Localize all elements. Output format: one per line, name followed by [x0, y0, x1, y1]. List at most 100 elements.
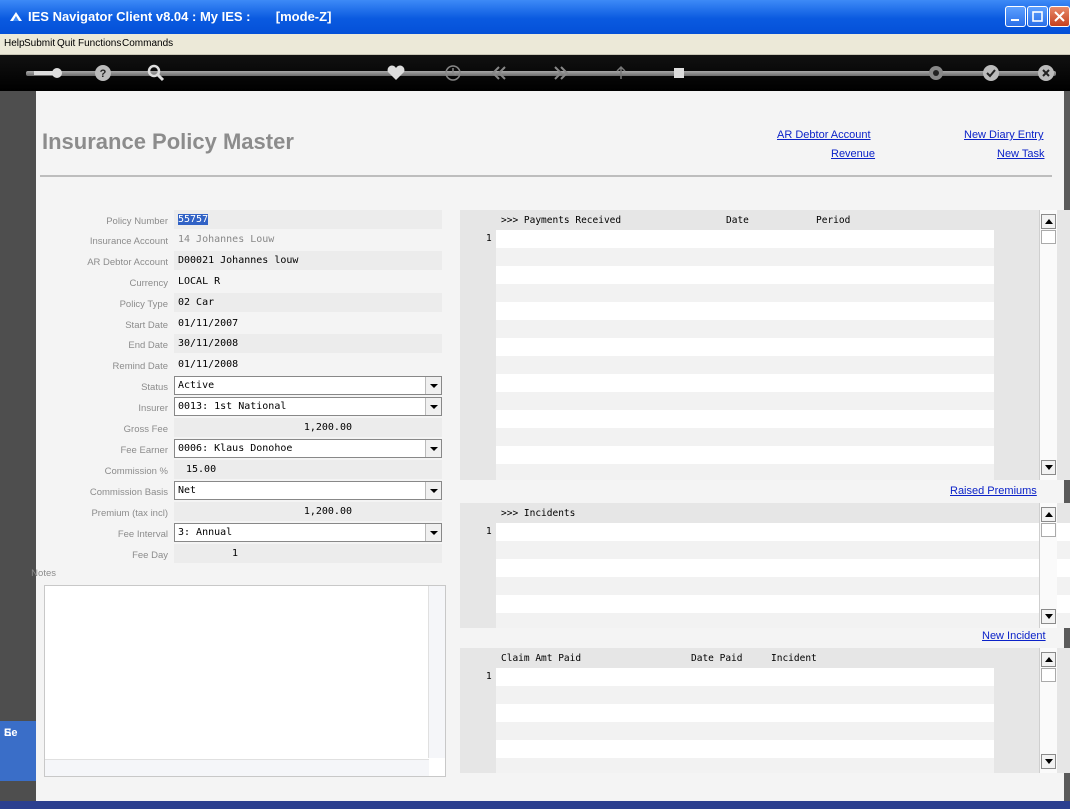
- new-incident-link[interactable]: New Incident: [982, 630, 1046, 642]
- claims-grid-body[interactable]: [496, 668, 994, 773]
- gross-fee-label: Gross Fee: [123, 424, 168, 435]
- policy-number-field[interactable]: 55757: [174, 210, 442, 229]
- menu-functions[interactable]: Functions: [78, 38, 121, 49]
- scroll-thumb[interactable]: [1041, 230, 1056, 244]
- upload-icon[interactable]: [610, 62, 632, 84]
- heart-icon[interactable]: [385, 62, 407, 84]
- status-label: Status: [141, 382, 168, 393]
- ar-debtor-account-link[interactable]: AR Debtor Account: [777, 129, 871, 141]
- taskbar-item[interactable]: Se E: [0, 721, 36, 781]
- claims-row-number: 1: [486, 671, 492, 682]
- rewind-icon[interactable]: [488, 62, 510, 84]
- scroll-thumb[interactable]: [1041, 668, 1056, 682]
- ar-debtor-account-field[interactable]: D00021 Johannes louw: [174, 251, 442, 270]
- commission-pct-field[interactable]: 15.00: [174, 460, 442, 479]
- gross-fee-field[interactable]: 1,200.00: [174, 418, 442, 437]
- raised-premiums-link[interactable]: Raised Premiums: [950, 485, 1037, 497]
- new-diary-entry-link[interactable]: New Diary Entry: [964, 129, 1043, 141]
- gear-icon[interactable]: [925, 62, 947, 84]
- svg-text:?: ?: [100, 68, 107, 80]
- fee-interval-dropdown[interactable]: 3: Annual: [174, 523, 442, 542]
- incidents-grid-body[interactable]: [496, 523, 1070, 628]
- chevron-down-icon[interactable]: [425, 482, 441, 499]
- minimize-button[interactable]: [1005, 6, 1026, 27]
- close-window-button[interactable]: [1049, 6, 1070, 27]
- start-date-label: Start Date: [125, 320, 168, 331]
- revenue-link[interactable]: Revenue: [831, 148, 875, 160]
- taskbar-glyph-icon: E: [4, 727, 12, 739]
- title-divider: [40, 175, 1052, 177]
- maximize-button[interactable]: [1027, 6, 1048, 27]
- left-strip: Se E: [0, 91, 36, 809]
- status-dropdown[interactable]: Active: [174, 376, 442, 395]
- currency-field[interactable]: LOCAL R: [174, 272, 442, 291]
- remind-date-field[interactable]: 01/11/2008: [174, 355, 442, 374]
- incident-header: Incident: [771, 653, 817, 664]
- chevron-down-icon[interactable]: [425, 440, 441, 457]
- start-date-field[interactable]: 01/11/2007: [174, 314, 442, 333]
- payments-grid-body[interactable]: [496, 230, 994, 480]
- main-panel: Insurance Policy Master AR Debtor Accoun…: [31, 91, 1070, 801]
- notes-vertical-scrollbar[interactable]: [428, 586, 445, 758]
- close-icon: [1054, 11, 1065, 22]
- fee-day-field[interactable]: 1: [174, 544, 442, 563]
- clock-icon[interactable]: [442, 62, 464, 84]
- period-header: Period: [816, 215, 851, 226]
- fee-earner-label: Fee Earner: [120, 445, 168, 456]
- incidents-scrollbar[interactable]: [1039, 503, 1057, 628]
- end-date-field[interactable]: 30/11/2008: [174, 334, 442, 353]
- title-bar: IES Navigator Client v8.04 : My IES : [m…: [0, 0, 1070, 34]
- menu-quit[interactable]: Quit: [57, 38, 75, 49]
- premium-field[interactable]: 1,200.00: [174, 502, 442, 521]
- stop-icon[interactable]: [668, 62, 690, 84]
- fee-day-label: Fee Day: [132, 550, 168, 561]
- maximize-icon: [1032, 11, 1043, 22]
- payments-scrollbar[interactable]: [1039, 210, 1057, 480]
- insurer-value: 0013: 1st National: [178, 401, 287, 412]
- page-title: Insurance Policy Master: [42, 129, 294, 154]
- end-date-label: End Date: [128, 340, 168, 351]
- date-paid-header: Date Paid: [691, 653, 743, 664]
- help-icon[interactable]: ?: [92, 62, 114, 84]
- key-icon[interactable]: [30, 62, 64, 84]
- policy-type-field[interactable]: 02 Car: [174, 293, 442, 312]
- scroll-down-icon[interactable]: [1041, 609, 1056, 624]
- notes-textarea[interactable]: [44, 585, 446, 777]
- toolbar: ?: [0, 55, 1070, 91]
- insurance-account-field[interactable]: 14 Johannes Louw: [174, 230, 442, 249]
- menu-commands[interactable]: Commands: [122, 38, 173, 49]
- incidents-row-number: 1: [486, 526, 492, 537]
- menu-help[interactable]: Help: [4, 38, 25, 49]
- scroll-up-icon[interactable]: [1041, 507, 1056, 522]
- claims-scrollbar[interactable]: [1039, 648, 1057, 773]
- commission-basis-dropdown[interactable]: Net: [174, 481, 442, 500]
- claims-grid-header: Claim Amt Paid Date Paid Incident: [496, 648, 994, 668]
- app-window: IES Navigator Client v8.04 : My IES : [m…: [0, 0, 1070, 809]
- incidents-grid-header: >>> Incidents: [496, 503, 994, 523]
- cancel-icon[interactable]: [1035, 62, 1057, 84]
- payments-row-number: 1: [486, 233, 492, 244]
- toolbar-track: [26, 71, 1056, 76]
- scroll-up-icon[interactable]: [1041, 652, 1056, 667]
- menu-submit[interactable]: Submit: [24, 38, 55, 49]
- payments-grid: >>> Payments Received Date Period 1: [460, 210, 1070, 480]
- new-task-link[interactable]: New Task: [997, 148, 1044, 160]
- insurer-label: Insurer: [138, 403, 168, 414]
- chevron-down-icon[interactable]: [425, 398, 441, 415]
- fee-earner-dropdown[interactable]: 0006: Klaus Donohoe: [174, 439, 442, 458]
- forward-icon[interactable]: [550, 62, 572, 84]
- scroll-thumb[interactable]: [1041, 523, 1056, 537]
- search-icon[interactable]: [144, 62, 166, 84]
- premium-label: Premium (tax incl): [91, 508, 168, 519]
- scroll-up-icon[interactable]: [1041, 214, 1056, 229]
- scroll-down-icon[interactable]: [1041, 754, 1056, 769]
- window-title: IES Navigator Client v8.04 : My IES : [m…: [28, 9, 332, 24]
- chevron-down-icon[interactable]: [425, 524, 441, 541]
- notes-horizontal-scrollbar[interactable]: [45, 759, 429, 776]
- chevron-down-icon[interactable]: [425, 377, 441, 394]
- check-icon[interactable]: [980, 62, 1002, 84]
- menu-bar: Help Submit Quit Functions Commands: [0, 34, 1070, 55]
- policy-number-value: 55757: [178, 214, 209, 225]
- insurer-dropdown[interactable]: 0013: 1st National: [174, 397, 442, 416]
- scroll-down-icon[interactable]: [1041, 460, 1056, 475]
